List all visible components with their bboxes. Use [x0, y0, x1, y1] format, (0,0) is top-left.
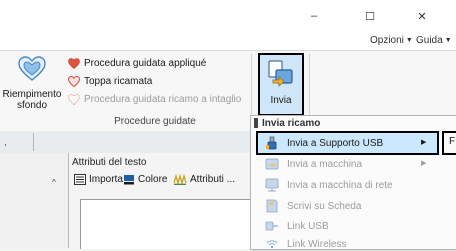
scroll-up-arrow[interactable]: ^	[52, 178, 56, 187]
link-usb-icon	[265, 219, 279, 233]
close-button[interactable]: ✕	[404, 4, 440, 28]
help-menu[interactable]: Guida ▼	[416, 35, 452, 46]
column-divider	[33, 133, 34, 151]
cutwork-icon	[67, 93, 80, 105]
send-button[interactable]: Invia	[258, 53, 304, 116]
import-button[interactable]: Importa	[74, 174, 123, 185]
import-icon	[74, 174, 86, 185]
cutwork-wizard-button[interactable]: Procedura guidata ricamo a intaglio	[67, 93, 241, 105]
options-menu[interactable]: Opzioni ▼	[370, 35, 413, 46]
text-preview-area[interactable]	[80, 199, 260, 249]
attributes-icon	[173, 174, 187, 185]
column-marker: ,	[4, 137, 7, 148]
drive-f-item[interactable]: F:	[449, 136, 456, 147]
menu-grip	[254, 118, 258, 128]
send-to-machine-item[interactable]: Invia a macchina	[265, 157, 362, 171]
chevron-down-icon: ▼	[444, 37, 452, 44]
applique-wizard-button[interactable]: Procedura guidata appliqué	[67, 57, 206, 69]
card-icon	[265, 199, 279, 213]
submenu-arrow-icon: ▶	[421, 160, 427, 167]
ribbon-group-label: Procedure guidate	[114, 116, 196, 127]
minimize-button[interactable]: –	[296, 4, 332, 28]
machine-icon	[265, 157, 279, 171]
left-panel	[0, 153, 68, 248]
attributes-button[interactable]: Attributi ...	[173, 174, 235, 185]
chevron-down-icon: ▼	[405, 37, 413, 44]
color-button[interactable]: Colore	[123, 174, 167, 185]
heart-outline-icon	[67, 75, 80, 87]
heart-icon	[67, 57, 80, 69]
network-machine-icon	[265, 178, 279, 192]
color-icon	[124, 175, 134, 185]
send-menu-header: Invia ricamo	[262, 118, 321, 129]
submenu-arrow-icon: ▶	[421, 139, 427, 146]
wireless-icon	[265, 237, 279, 251]
maximize-button[interactable]: ☐	[352, 4, 388, 28]
write-to-card-item[interactable]: Scrivi su Scheda	[265, 199, 361, 213]
fill-heart-icon	[18, 56, 46, 81]
send-to-usb-item[interactable]: Invia a Supporto USB	[265, 136, 383, 150]
panel-title: Attributi del testo	[72, 157, 147, 168]
usb-icon	[265, 136, 279, 150]
link-wireless-item[interactable]: Link Wireless	[265, 237, 346, 251]
background-fill-button[interactable]: Riempimento sfondo	[0, 54, 64, 114]
link-usb-item[interactable]: Link USB	[265, 219, 329, 233]
send-icon	[268, 60, 293, 87]
embroidered-patch-button[interactable]: Toppa ricamata	[67, 75, 152, 87]
send-to-network-machine-item[interactable]: Invia a macchina di rete	[265, 178, 393, 192]
